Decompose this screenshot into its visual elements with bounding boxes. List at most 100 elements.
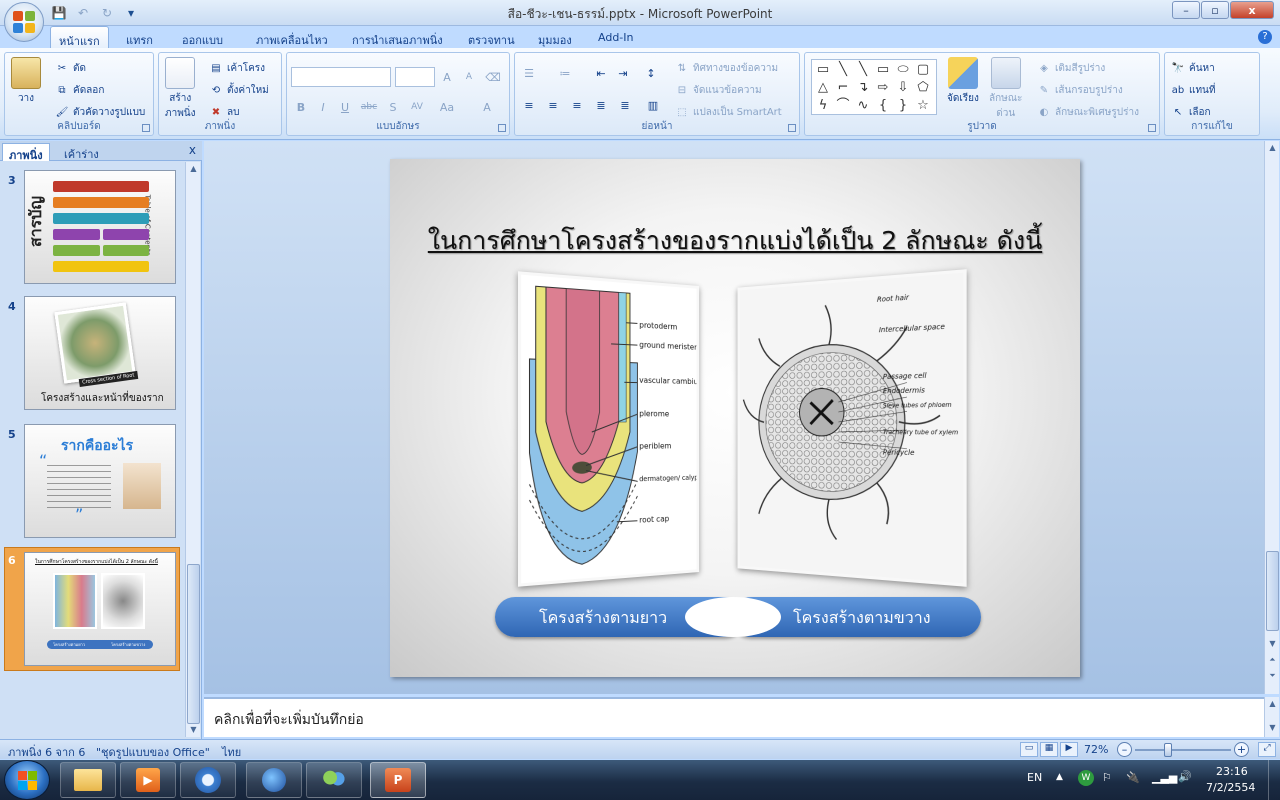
reset-button[interactable]: ⟲ ตั้งค่าใหม่ — [209, 83, 269, 98]
scroll-down-icon[interactable]: ▼ — [1266, 637, 1279, 651]
align-right-icon[interactable]: ≡ — [567, 95, 587, 115]
language-bar[interactable]: EN — [1027, 771, 1042, 784]
shapes-gallery[interactable]: ▭ ╲ ╲ ▭ ⬭ ▢ △ ⌐ ↴ ⇨ ⇩ ⬠ ϟ ⌒ ∿ { } ☆ — [811, 59, 937, 115]
justify-icon[interactable]: ≣ — [591, 95, 611, 115]
help-icon[interactable]: ? — [1258, 30, 1272, 44]
arrange-button[interactable]: จัดเรียง — [947, 57, 979, 106]
fit-to-window-icon[interactable]: ⤢ — [1258, 742, 1276, 757]
tab-outline-panel[interactable]: เค้าร่าง — [58, 143, 105, 161]
columns-icon[interactable]: ▥ — [643, 95, 663, 115]
current-slide[interactable]: ในการศึกษาโครงสร้างของรากแบ่งได้เป็น 2 ล… — [390, 159, 1080, 677]
slide-sorter-icon[interactable]: ▦ — [1040, 742, 1058, 757]
clipboard-launcher-icon[interactable] — [142, 124, 150, 132]
scroll-down-icon[interactable]: ▼ — [1266, 721, 1279, 735]
align-text-button[interactable]: ⊟ จัดแนวข้อความ — [675, 83, 762, 98]
rounded-rect-shape-icon[interactable]: ▢ — [914, 62, 932, 78]
brace-left-shape-icon[interactable]: { — [874, 98, 892, 114]
quick-styles-button[interactable]: ลักษณะ ด่วน — [989, 57, 1022, 121]
align-center-icon[interactable]: ≡ — [543, 95, 563, 115]
cross-section-image[interactable]: Root hair Intercellular space Passage ce… — [737, 269, 967, 587]
slide-thumbnail-5[interactable]: รากคืออะไร “ ” — [24, 424, 176, 538]
elbow-shape-icon[interactable]: ⌐ — [834, 80, 852, 96]
shrink-font-button[interactable]: A — [459, 67, 479, 87]
line-spacing-icon[interactable]: ↕ — [641, 63, 661, 83]
paste-button[interactable]: วาง — [11, 57, 41, 106]
normal-view-icon[interactable]: ▭ — [1020, 742, 1038, 757]
scroll-down-icon[interactable]: ▼ — [187, 723, 200, 737]
zoom-slider-knob[interactable] — [1164, 743, 1172, 757]
slide-thumbnail-6[interactable]: ในการศึกษาโครงสร้างของรากแบ่งได้เป็น 2 ล… — [24, 552, 176, 666]
network-icon[interactable]: ⚐ — [1102, 771, 1112, 784]
power-icon[interactable]: 🔌 — [1126, 771, 1140, 784]
zoom-slider-track[interactable] — [1135, 749, 1231, 751]
drawing-launcher-icon[interactable] — [1148, 124, 1156, 132]
curve-shape-icon[interactable]: ∿ — [854, 98, 872, 114]
shape-outline-button[interactable]: ✎ เส้นกรอบรูปร่าง — [1037, 83, 1123, 98]
slide-scrollbar-thumb[interactable] — [1266, 551, 1279, 631]
font-size-select[interactable] — [395, 67, 435, 87]
next-slide-icon[interactable]: ⏷ — [1266, 669, 1279, 683]
zoom-level[interactable]: 72% — [1084, 743, 1108, 756]
line-shape-icon[interactable]: ╲ — [834, 62, 852, 78]
italic-button[interactable]: I — [313, 97, 333, 117]
bolt-shape-icon[interactable]: ϟ — [814, 98, 832, 114]
slideshow-view-icon[interactable]: ▶ — [1060, 742, 1078, 757]
right-arrow-shape-icon[interactable]: ⇨ — [874, 80, 892, 96]
tab-slides-panel[interactable]: ภาพนิ่ง — [2, 143, 50, 162]
slide-scrollbar[interactable]: ▲ ▼ ⏶ ⏷ — [1264, 141, 1279, 694]
longitudinal-label[interactable]: โครงสร้างตามยาว — [539, 606, 667, 631]
taskbar-explorer[interactable] — [60, 762, 116, 798]
line2-shape-icon[interactable]: ╲ — [854, 62, 872, 78]
office-button[interactable] — [4, 2, 44, 42]
bullets-icon[interactable]: ☰ — [519, 63, 539, 83]
triangle-shape-icon[interactable]: △ — [814, 80, 832, 96]
signal-icon[interactable]: ▁▃▅ — [1152, 771, 1177, 784]
language-indicator[interactable]: ไทย — [222, 743, 241, 761]
arc-shape-icon[interactable]: ⌒ — [834, 98, 852, 114]
change-case-button[interactable]: Aa — [437, 97, 457, 117]
panel-close-icon[interactable]: x — [189, 143, 196, 157]
strikethrough-button[interactable]: abc — [359, 97, 379, 117]
textbox-shape-icon[interactable]: ▭ — [814, 62, 832, 78]
shape-fill-button[interactable]: ◈ เติมสีรูปร่าง — [1037, 61, 1105, 76]
shadow-button[interactable]: S — [383, 97, 403, 117]
slide-thumbnail-4[interactable]: Cross section of Root โครงสร้างและหน้าที… — [24, 296, 176, 410]
clock-date[interactable]: 7/2/2554 — [1206, 781, 1255, 794]
format-painter-button[interactable]: 🖌 ตัวคัดวางรูปแบบ — [55, 105, 146, 120]
clear-format-icon[interactable]: ⌫ — [483, 67, 503, 87]
start-button[interactable] — [4, 760, 50, 800]
scroll-up-icon[interactable]: ▲ — [187, 162, 200, 176]
numbering-icon[interactable]: ≔ — [555, 63, 575, 83]
tab-home[interactable]: หน้าแรก — [50, 26, 109, 48]
taskbar-app-4[interactable] — [246, 762, 302, 798]
text-direction-button[interactable]: ⇅ ทิศทางของข้อความ — [675, 61, 778, 76]
brace-right-shape-icon[interactable]: } — [894, 98, 912, 114]
minimize-button[interactable]: – — [1172, 1, 1200, 19]
replace-button[interactable]: ab แทนที่ — [1171, 83, 1216, 98]
tray-expand-icon[interactable]: ▲ — [1056, 772, 1063, 782]
volume-icon[interactable]: 🔊 — [1178, 770, 1192, 783]
copy-button[interactable]: ⧉ คัดลอก — [55, 83, 104, 98]
oval-shape-icon[interactable]: ⬭ — [894, 62, 912, 78]
taskbar-messenger[interactable] — [306, 762, 362, 798]
zoom-out-button[interactable]: – — [1117, 742, 1132, 757]
scroll-up-icon[interactable]: ▲ — [1266, 697, 1279, 711]
slide-title[interactable]: ในการศึกษาโครงสร้างของรากแบ่งได้เป็น 2 ล… — [390, 221, 1080, 261]
taskbar-chrome[interactable] — [180, 762, 236, 798]
paragraph-launcher-icon[interactable] — [788, 124, 796, 132]
slide-thumbnail-3[interactable]: สารบัญ Table of Contents — [24, 170, 176, 284]
font-launcher-icon[interactable] — [498, 124, 506, 132]
notes-placeholder[interactable]: คลิกเพื่อที่จะเพิ่มบันทึกย่อ — [214, 709, 364, 731]
connector-shape-icon[interactable]: ↴ — [854, 80, 872, 96]
show-desktop-button[interactable] — [1268, 760, 1280, 800]
zoom-in-button[interactable]: + — [1234, 742, 1249, 757]
maximize-button[interactable]: ▫ — [1201, 1, 1229, 19]
grow-font-button[interactable]: A — [437, 67, 457, 87]
bold-button[interactable]: B — [291, 97, 311, 117]
distributed-icon[interactable]: ≣ — [615, 95, 635, 115]
font-family-select[interactable] — [291, 67, 391, 87]
notes-scrollbar[interactable]: ▲ ▼ — [1264, 697, 1279, 737]
find-button[interactable]: 🔭 ค้นหา — [1171, 61, 1215, 76]
tab-addins[interactable]: Add-In — [590, 29, 641, 46]
scrollbar-thumb[interactable] — [187, 564, 200, 724]
